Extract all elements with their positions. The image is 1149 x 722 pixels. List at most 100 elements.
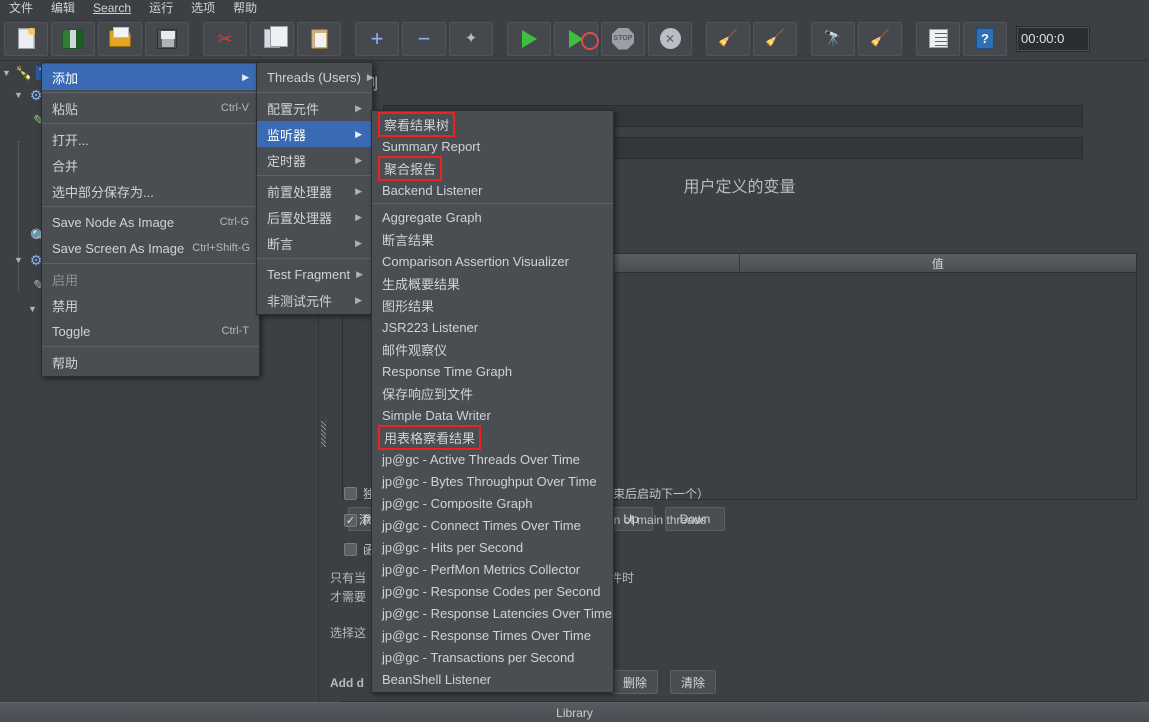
clear-classpath-button[interactable]: 清除 (670, 670, 716, 694)
listener-item-comparison-assertion-visualizer[interactable]: Comparison Assertion Visualizer (372, 250, 613, 272)
menu-item-add[interactable]: 添加 ▶ (42, 64, 259, 90)
clear-button[interactable]: 🧹 (706, 21, 750, 56)
shutdown-button[interactable] (648, 21, 692, 56)
play-icon (521, 29, 537, 48)
submenu-item-label: Threads (Users) (267, 69, 361, 85)
listener-item-jpgc-bytes-throughput-over-time[interactable]: jp@gc - Bytes Throughput Over Time (372, 470, 613, 492)
menu-item-toggle[interactable]: Toggle Ctrl-T (42, 318, 259, 344)
menu-item-open[interactable]: 打开... (42, 126, 259, 152)
listener-item-graph-results[interactable]: 图形结果 (372, 294, 613, 316)
functional-test-mode-checkbox[interactable] (344, 543, 357, 556)
listener-item-jpgc-active-threads-over-time[interactable]: jp@gc - Active Threads Over Time (372, 448, 613, 470)
listener-item-aggregate-graph[interactable]: Aggregate Graph (372, 206, 613, 228)
clear-all-button[interactable]: 🧹 (753, 21, 797, 56)
submenu-item-timer[interactable]: 定时器 ▶ (257, 147, 372, 173)
listener-item-generate-summary-results[interactable]: 生成概要结果 (372, 272, 613, 294)
menu-item-save-screen-as-image[interactable]: Save Screen As Image Ctrl+Shift-G (42, 235, 259, 261)
submenu-item-threads-users[interactable]: Threads (Users) ▶ (257, 64, 374, 90)
listener-item-save-responses-to-file[interactable]: 保存响应到文件 (372, 382, 613, 404)
listener-item-label: 图形结果 (382, 298, 435, 314)
expand-all-button[interactable]: + (355, 21, 399, 56)
listener-item-jpgc-connect-times-over-time[interactable]: jp@gc - Connect Times Over Time (372, 514, 613, 536)
listener-item-aggregate-report[interactable]: 聚合报告 (372, 155, 613, 181)
function-helper-button[interactable] (916, 21, 960, 56)
menu-item-accelerator: Ctrl-G (219, 216, 249, 228)
chevron-right-icon: ▶ (366, 71, 374, 82)
chevron-right-icon: ▶ (355, 128, 362, 139)
listener-item-jpgc-composite-graph[interactable]: jp@gc - Composite Graph (372, 492, 613, 514)
menu-item-save-node-as-image[interactable]: Save Node As Image Ctrl-G (42, 209, 259, 235)
listener-item-view-results-tree[interactable]: 察看结果树 (372, 111, 613, 137)
run-thread-groups-consecutively-checkbox[interactable] (344, 487, 357, 500)
menu-file[interactable]: 文件 (0, 0, 42, 17)
submenu-item-non-test-elements[interactable]: 非测试元件 ▶ (257, 287, 372, 313)
menu-separator (42, 206, 259, 207)
submenu-item-listener[interactable]: 监听器 ▶ (257, 121, 372, 147)
listener-item-beanshell-listener[interactable]: BeanShell Listener (372, 668, 613, 690)
listener-item-jpgc-hits-per-second[interactable]: jp@gc - Hits per Second (372, 536, 613, 558)
open-button[interactable] (98, 21, 142, 56)
splitter-grip-icon[interactable] (321, 421, 326, 447)
chevron-down-icon[interactable]: ▼ (14, 255, 24, 265)
listener-item-label: 用表格察看结果 (378, 424, 482, 450)
browse-classpath-button[interactable]: 删除 (612, 670, 658, 694)
submenu-item-config-element[interactable]: 配置元件 ▶ (257, 95, 372, 121)
listener-item-label: 察看结果树 (378, 111, 456, 137)
menu-item-disable[interactable]: 禁用 (42, 292, 259, 318)
search-button[interactable]: 🔭 (811, 21, 855, 56)
menu-run[interactable]: 运行 (140, 0, 182, 17)
listener-item-label: jp@gc - Transactions per Second (382, 649, 575, 665)
paste-button[interactable] (297, 21, 341, 56)
classpath-actions: 删除 清除 (612, 670, 716, 694)
listener-item-jpgc-response-latencies-over-time[interactable]: jp@gc - Response Latencies Over Time (372, 602, 613, 624)
submenu-item-test-fragment[interactable]: Test Fragment ▶ (257, 261, 372, 287)
listener-item-jpgc-transactions-per-second[interactable]: jp@gc - Transactions per Second (372, 646, 613, 668)
help-button[interactable]: ? (963, 21, 1007, 56)
submenu-item-assertions[interactable]: 断言 ▶ (257, 230, 372, 256)
chevron-down-icon[interactable]: ▼ (28, 304, 38, 314)
listener-submenu[interactable]: 察看结果树 Summary Report 聚合报告 Backend Listen… (371, 110, 614, 693)
submenu-item-pre-processors[interactable]: 前置处理器 ▶ (257, 178, 372, 204)
add-submenu[interactable]: Threads (Users) ▶ 配置元件 ▶ 监听器 ▶ 定时器 ▶ 前置处… (256, 62, 374, 315)
listener-item-response-time-graph[interactable]: Response Time Graph (372, 360, 613, 382)
start-button[interactable] (507, 21, 551, 56)
toggle-button[interactable]: ✦ (449, 21, 493, 56)
run-teardown-checkbox[interactable]: ✓ (344, 513, 357, 527)
collapse-all-button[interactable]: − (402, 21, 446, 56)
listener-item-simple-data-writer[interactable]: Simple Data Writer (372, 404, 613, 426)
menu-item-merge[interactable]: 合并 (42, 152, 259, 178)
menu-item-help[interactable]: 帮助 (42, 349, 259, 375)
stop-button[interactable]: STOP (601, 21, 645, 56)
listener-item-mailer-visualizer[interactable]: 邮件观察仪 (372, 338, 613, 360)
listener-item-jpgc-response-times-over-time[interactable]: jp@gc - Response Times Over Time (372, 624, 613, 646)
start-no-pauses-button[interactable] (554, 21, 599, 56)
listener-item-label: Aggregate Graph (382, 209, 482, 225)
chevron-down-icon[interactable]: ▼ (2, 68, 12, 78)
cut-button[interactable]: ✂ (203, 21, 247, 56)
listener-item-jpgc-perfmon-metrics-collector[interactable]: jp@gc - PerfMon Metrics Collector (372, 558, 613, 580)
minus-icon: − (417, 25, 431, 51)
chevron-down-icon[interactable]: ▼ (14, 90, 24, 100)
listener-item-summary-report[interactable]: Summary Report (372, 135, 613, 157)
listener-item-jsr223-listener[interactable]: JSR223 Listener (372, 316, 613, 338)
menu-help[interactable]: 帮助 (224, 0, 266, 17)
submenu-item-post-processors[interactable]: 后置处理器 ▶ (257, 204, 372, 230)
copy-button[interactable] (250, 21, 294, 56)
listener-item-jpgc-response-codes-per-second[interactable]: jp@gc - Response Codes per Second (372, 580, 613, 602)
menu-item-enable[interactable]: 启用 (42, 266, 259, 292)
save-button[interactable] (145, 21, 189, 56)
menu-item-save-selection-as[interactable]: 选中部分保存为... (42, 178, 259, 204)
menu-edit[interactable]: 编辑 (42, 0, 84, 17)
menu-options[interactable]: 选项 (182, 0, 224, 17)
menu-item-paste[interactable]: 粘贴 Ctrl-V (42, 95, 259, 121)
listener-item-assertion-results[interactable]: 断言结果 (372, 228, 613, 250)
templates-icon (62, 28, 84, 49)
new-button[interactable] (4, 21, 48, 56)
templates-button[interactable] (51, 21, 95, 56)
shutdown-icon (659, 28, 681, 49)
listener-item-view-results-in-table[interactable]: 用表格察看结果 (372, 424, 613, 450)
menu-search[interactable]: Search (84, 0, 140, 17)
listener-item-backend-listener[interactable]: Backend Listener (372, 179, 613, 201)
reset-search-button[interactable]: 🧹 (858, 21, 902, 56)
context-menu[interactable]: 添加 ▶ 粘贴 Ctrl-V 打开... 合并 选中部分保存为... Save … (41, 62, 260, 377)
